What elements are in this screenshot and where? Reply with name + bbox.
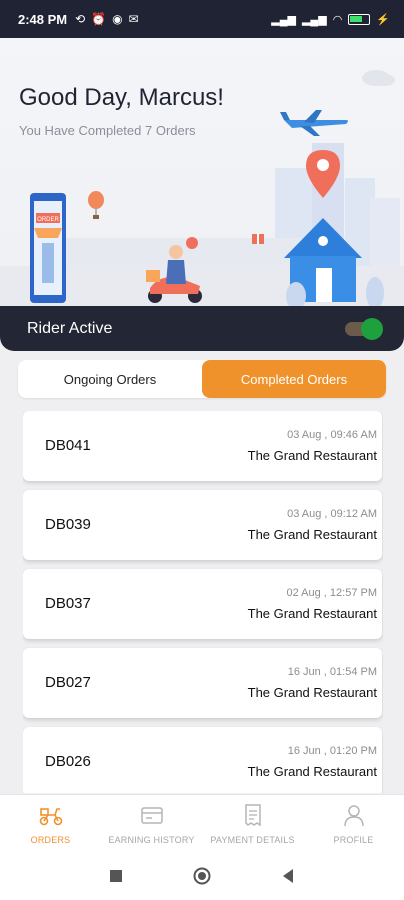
rider-status-bar: Rider Active [0, 306, 404, 351]
circle-icon [193, 867, 211, 885]
nav-earning-history-label: EARNING HISTORY [108, 835, 195, 845]
order-datetime: 03 Aug , 09:12 AM [287, 508, 377, 520]
completed-orders-summary: You Have Completed 7 Orders [19, 123, 196, 138]
delivery-illustration: ORDER [0, 70, 404, 306]
nav-orders[interactable]: ORDERS [0, 795, 101, 852]
nav-orders-label: ORDERS [30, 835, 71, 845]
order-tabs: Ongoing Orders Completed Orders [18, 360, 386, 398]
status-time: 2:48 PM [18, 11, 68, 27]
order-card[interactable]: DB037 02 Aug , 12:57 PM The Grand Restau… [23, 569, 382, 639]
nav-earning-history[interactable]: EARNING HISTORY [101, 795, 202, 852]
balloon-icon [88, 191, 104, 219]
home-button[interactable] [190, 864, 214, 888]
receipt-icon [244, 804, 261, 827]
recent-apps-button[interactable] [104, 864, 128, 888]
greeting-title: Good Day, Marcus! [19, 84, 224, 111]
phone-store-icon: ORDER [30, 193, 66, 303]
nav-payment-details[interactable]: PAYMENT DETAILS [202, 795, 303, 852]
order-datetime: 16 Jun , 01:54 PM [287, 666, 377, 678]
order-card[interactable]: DB041 03 Aug , 09:46 AM The Grand Restau… [23, 411, 382, 481]
sync-icon: ⟲ [75, 12, 86, 26]
back-button[interactable] [276, 864, 300, 888]
app-icon: ◉ [112, 12, 123, 26]
notification-icons: ⟲ ⏰ ◉ ✉ [75, 12, 139, 26]
signal-icon: ▂▄▆ [271, 13, 296, 26]
order-id: DB026 [45, 753, 91, 770]
charging-icon: ⚡ [376, 13, 390, 26]
wifi-icon: ◠ [332, 13, 343, 26]
signal-icon: ▂▄▆ [301, 13, 327, 26]
order-datetime: 03 Aug , 09:46 AM [287, 429, 377, 441]
order-list: DB041 03 Aug , 09:46 AM The Grand Restau… [23, 411, 383, 793]
system-navigation-bar [0, 852, 404, 900]
status-bar: 2:48 PM ⟲ ⏰ ◉ ✉ ▂▄▆ ▂▄▆ ◠ ⚡ [0, 0, 404, 38]
battery-icon [348, 13, 371, 25]
order-datetime: 02 Aug , 12:57 PM [286, 587, 377, 599]
toggle-knob [361, 317, 383, 340]
nav-profile-label: PROFILE [333, 835, 374, 845]
scooter-icon [39, 808, 62, 826]
gift-icon [252, 234, 264, 244]
order-card[interactable]: DB039 03 Aug , 09:12 AM The Grand Restau… [23, 490, 382, 560]
order-restaurant: The Grand Restaurant [247, 685, 377, 700]
order-card[interactable]: DB026 16 Jun , 01:20 PM The Grand Restau… [23, 727, 382, 793]
order-id: DB037 [45, 595, 91, 612]
order-restaurant: The Grand Restaurant [247, 764, 377, 779]
square-icon [110, 870, 122, 882]
order-datetime: 16 Jun , 01:20 PM [287, 745, 377, 757]
person-icon [343, 805, 364, 827]
back-triangle-icon [283, 869, 293, 883]
alarm-icon: ⏰ [91, 12, 107, 26]
order-restaurant: The Grand Restaurant [247, 606, 377, 621]
order-restaurant: The Grand Restaurant [247, 527, 377, 542]
system-icons: ▂▄▆ ▂▄▆ ◠ ⚡ [271, 13, 390, 26]
svg-text:ORDER: ORDER [37, 217, 59, 223]
tab-completed-orders[interactable]: Completed Orders [202, 360, 386, 398]
tab-ongoing-orders[interactable]: Ongoing Orders [18, 360, 202, 398]
bottom-navigation: ORDERS EARNING HISTORY PAYMENT DETAILS P… [0, 794, 404, 852]
mail-icon: ✉ [128, 12, 139, 26]
nav-payment-details-label: PAYMENT DETAILS [210, 835, 295, 845]
order-id: DB041 [45, 437, 91, 454]
order-restaurant: The Grand Restaurant [247, 448, 377, 463]
order-id: DB039 [45, 516, 91, 533]
rider-active-toggle[interactable] [345, 317, 383, 340]
order-id: DB027 [45, 674, 91, 691]
rider-status-label: Rider Active [27, 319, 113, 337]
nav-profile[interactable]: PROFILE [303, 795, 404, 852]
wallet-icon [140, 807, 163, 824]
airplane-icon [280, 110, 348, 136]
hero-banner: ORDER Good Day, Marcus! You Have Complet… [0, 38, 404, 306]
order-card[interactable]: DB027 16 Jun , 01:54 PM The Grand Restau… [23, 648, 382, 718]
